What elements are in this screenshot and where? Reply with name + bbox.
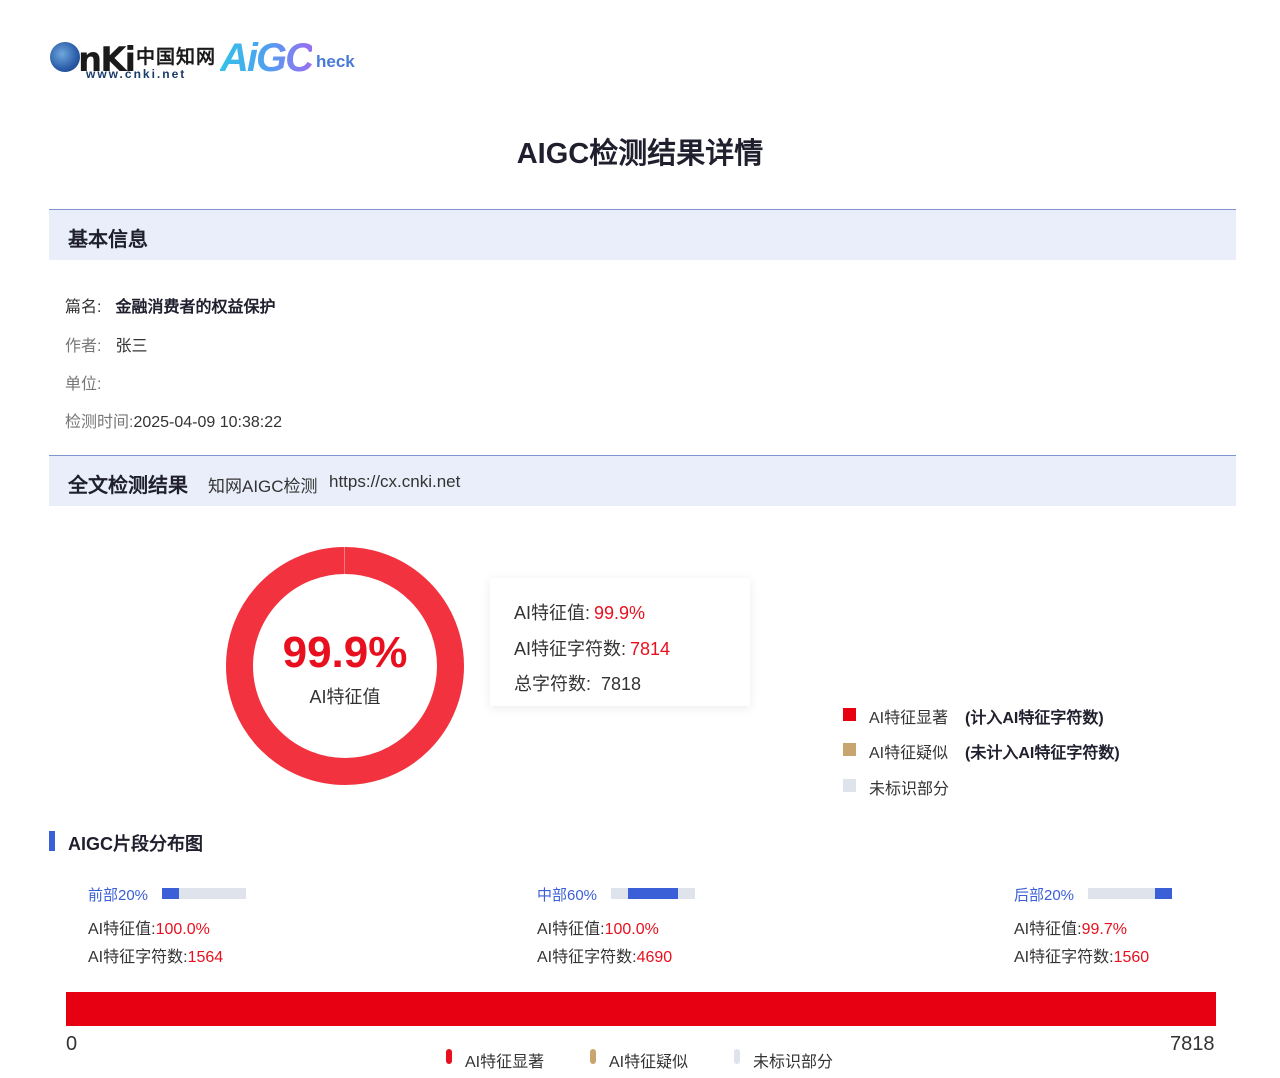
basic-info-header: 基本信息 bbox=[49, 209, 1236, 260]
unit-row: 单位: bbox=[65, 370, 115, 394]
segment-ai-chars-label: AI特征字符数: bbox=[1014, 949, 1114, 966]
legend-note: (计入AI特征字符数) bbox=[965, 710, 1104, 727]
unit-label: 单位: bbox=[65, 376, 102, 393]
stat-ai-chars-label: AI特征字符数: bbox=[514, 639, 627, 659]
title-row: 篇名: 金融消费者的权益保护 bbox=[65, 293, 275, 317]
segment-ai-value-label: AI特征值: bbox=[537, 921, 605, 938]
author-value: 张三 bbox=[115, 338, 148, 355]
legend-label: AI特征疑似 bbox=[869, 745, 949, 762]
segment-mini-fill bbox=[628, 888, 678, 899]
segment-ai-value: AI特征值:99.7% bbox=[1014, 915, 1127, 939]
segment-ai-chars-number: 1564 bbox=[187, 949, 224, 966]
stats-card: AI特征值: 99.9% AI特征字符数: 7814 总字符数: 7818 bbox=[490, 578, 750, 706]
legend-note: (未计入AI特征字符数) bbox=[965, 745, 1120, 762]
donut-label: AI特征值 bbox=[309, 687, 381, 707]
legend-swatch-gray bbox=[843, 779, 856, 792]
segment-ai-chars: AI特征字符数:1560 bbox=[1014, 943, 1149, 967]
segment-ai-chars-number: 4690 bbox=[636, 949, 673, 966]
segment-mini-fill bbox=[162, 888, 179, 899]
stat-ai-value: AI特征值: 99.9% bbox=[514, 599, 645, 625]
stat-total-chars-label: 总字符数: bbox=[514, 674, 592, 694]
bar-legend-label: AI特征显著 bbox=[465, 1054, 545, 1071]
result-source-link[interactable]: https://cx.cnki.net bbox=[329, 472, 460, 492]
stat-ai-chars-number: 7814 bbox=[630, 639, 671, 659]
segment-ai-value: AI特征值:100.0% bbox=[537, 915, 659, 939]
segment-ai-chars-number: 1560 bbox=[1113, 949, 1150, 966]
legend-swatch-red bbox=[843, 708, 856, 721]
distribution-title: AIGC片段分布图 bbox=[68, 834, 203, 854]
cnki-cn-text: 中国知网 bbox=[136, 47, 217, 68]
stat-ai-value-number: 99.9% bbox=[594, 603, 646, 623]
result-header: 全文检测结果 知网AIGC检测 https://cx.cnki.net bbox=[49, 455, 1236, 506]
segment-ai-value-number: 100.0% bbox=[155, 921, 210, 938]
segment-name: 中部60% bbox=[537, 887, 598, 904]
bar-legend-label: 未标识部分 bbox=[753, 1054, 834, 1071]
author-label: 作者: bbox=[65, 338, 102, 355]
segment-mini-fill bbox=[1155, 888, 1172, 899]
segment-front: 前部20% AI特征值:100.0% AI特征字符数:1564 bbox=[88, 884, 308, 974]
stat-total-chars-number: 7818 bbox=[601, 674, 642, 694]
segment-ai-value-number: 100.0% bbox=[604, 921, 659, 938]
segment-ai-chars-label: AI特征字符数: bbox=[537, 949, 637, 966]
axis-min-label: 0 bbox=[66, 1033, 78, 1055]
segment-ai-chars-label: AI特征字符数: bbox=[88, 949, 188, 966]
cnki-aigc-logo: nKi 中国知网 www.cnki.net AiGC heck bbox=[48, 36, 368, 84]
segment-name: 前部20% bbox=[88, 887, 149, 904]
time-value: 2025-04-09 10:38:22 bbox=[133, 414, 283, 431]
legend-label: 未标识部分 bbox=[869, 781, 950, 798]
segment-ai-chars: AI特征字符数:1564 bbox=[88, 943, 223, 967]
distribution-bar bbox=[66, 992, 1216, 1026]
segment-mini-bar bbox=[1088, 888, 1172, 899]
cnki-url-text: www.cnki.net bbox=[86, 67, 187, 81]
segment-ai-value-label: AI特征值: bbox=[1014, 921, 1082, 938]
title-value: 金融消费者的权益保护 bbox=[115, 299, 276, 316]
title-label: 篇名: bbox=[65, 299, 102, 316]
bar-legend-swatch bbox=[734, 1049, 740, 1064]
time-label: 检测时间: bbox=[65, 414, 134, 431]
segment-ai-value-number: 99.7% bbox=[1081, 921, 1127, 938]
segment-ai-chars: AI特征字符数:4690 bbox=[537, 943, 672, 967]
bar-legend-swatch bbox=[446, 1049, 452, 1064]
result-title: 全文检测结果 bbox=[68, 475, 188, 497]
basic-info-title: 基本信息 bbox=[68, 229, 148, 251]
segment-mini-bar bbox=[162, 888, 246, 899]
bar-legend-label: AI特征疑似 bbox=[609, 1054, 689, 1071]
segment-name: 后部20% bbox=[1014, 887, 1075, 904]
author-row: 作者: 张三 bbox=[65, 332, 147, 356]
donut-value: 99.9% bbox=[282, 628, 408, 677]
aigc-logo-text: AiGC bbox=[220, 36, 314, 80]
globe-icon bbox=[50, 42, 80, 72]
aigc-logo-suffix: heck bbox=[316, 52, 355, 71]
page-title: AIGC检测结果详情 bbox=[516, 138, 764, 170]
stat-ai-value-label: AI特征值: bbox=[514, 603, 591, 623]
time-row: 检测时间:2025-04-09 10:38:22 bbox=[65, 408, 282, 432]
segment-middle: 中部60% AI特征值:100.0% AI特征字符数:4690 bbox=[537, 884, 757, 974]
axis-max-label: 7818 bbox=[1170, 1033, 1215, 1055]
legend-swatch-tan bbox=[843, 743, 856, 756]
stat-total-chars: 总字符数: 7818 bbox=[514, 670, 641, 696]
segment-back: 后部20% AI特征值:99.7% AI特征字符数:1560 bbox=[1014, 884, 1234, 974]
segment-ai-value: AI特征值:100.0% bbox=[88, 915, 210, 939]
stat-ai-chars: AI特征字符数: 7814 bbox=[514, 635, 670, 661]
segment-mini-bar bbox=[611, 888, 695, 899]
section-marker bbox=[49, 831, 55, 851]
legend-label: AI特征显著 bbox=[869, 710, 949, 727]
bar-legend-swatch bbox=[590, 1049, 596, 1064]
segment-ai-value-label: AI特征值: bbox=[88, 921, 156, 938]
result-source-label: 知网AIGC检测 bbox=[208, 477, 318, 496]
